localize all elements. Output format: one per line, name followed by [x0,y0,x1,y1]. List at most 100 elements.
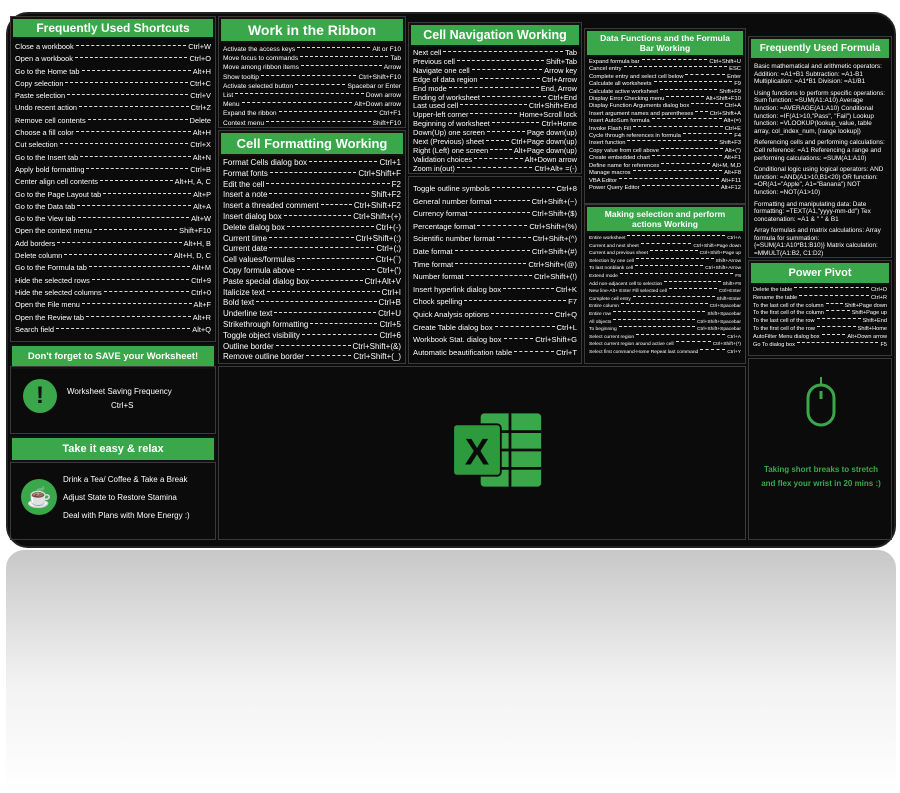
shortcut-action: Add borders [15,238,56,248]
shortcut-action: Cut selection [15,140,58,150]
shortcut-action: Date format [413,246,453,256]
leader-line [456,166,533,168]
shortcut-row: Insert argument names and parentheses Ctr… [589,110,741,118]
shortcut-action: Invoke Flash Fill [589,125,631,132]
shortcut-row: Chock spelling F7 [413,296,577,309]
leader-line [455,262,527,264]
shortcut-row: Delete the table Ctrl+D [753,287,887,295]
shortcuts-panel: Frequently Used Shortcuts Close a workbo… [10,16,216,342]
shortcut-keys: Alt+H, A, C [174,177,211,187]
shortcut-keys: Ctrl+E [724,125,741,132]
leader-line [481,95,547,97]
shortcut-action: Delete the table [753,287,793,293]
shortcut-action: Entire row [589,311,612,317]
shortcut-keys: Ctrl+Shift+(!) [533,272,577,282]
shortcut-row: Go to the Page Layout tab Alt+P [15,189,211,201]
shortcut-action: Paste special dialog box [223,276,310,286]
leader-line [65,81,188,83]
shortcut-row: Toggle outline symbols Ctrl+8 [413,183,577,196]
leader-line [640,242,692,244]
shortcut-action: Apply bold formatting [15,164,85,174]
shortcut-row: Go To dialog box F5 [753,341,887,350]
leader-line [685,73,726,75]
shortcut-action: Insert function [589,140,626,147]
shortcut-row: Remove outline border Ctrl+Shift+(_) [223,352,401,363]
leader-line [297,258,374,260]
shortcut-row: Down(Up) one screen Page down(up) [413,129,577,138]
leader-line [274,312,377,314]
leader-line [77,204,192,206]
leader-line [295,83,346,85]
leader-line [301,333,378,335]
shortcut-action: Select first command-Home Repeat last co… [589,349,699,355]
shortcut-action: Extend mode [589,273,618,279]
shortcut-row: Entire row Shift+Spacebar [589,310,741,319]
leader-line [619,177,720,179]
shortcut-keys: Ctrl+Shift+Page up [699,251,741,257]
leader-line [103,290,190,292]
shortcut-row: Delete dialog box Ctrl+(-) [223,223,401,234]
shortcut-action: Toggle outline symbols [413,184,490,193]
excel-logo-icon: X [452,413,542,487]
shortcut-action: Current time [223,233,268,243]
leader-line [256,301,377,303]
shortcut-row: Right (Left) one screen Alt+Page down(up) [413,147,577,156]
shortcut-row: Paste selection Ctrl+V [15,90,211,102]
shortcut-keys: Ctrl+Shift+F2 [353,201,401,211]
leader-line [309,161,378,162]
shortcut-row: Choose a fill color Alt+H [15,127,211,139]
ribbon-panel: Work in the Ribbon Activate the access k… [218,16,406,128]
shortcut-action: Insert AutoSum formula [589,118,650,125]
leader-line [635,257,714,259]
leader-line [260,74,357,76]
shortcut-action: Go to the Insert tab [15,152,79,162]
formatting-panel: Cell Formatting Working Format Cells dia… [218,130,406,364]
shortcut-keys: Down arrow [365,92,401,100]
shortcut-keys: Ctrl+Shift+(#) [531,246,577,256]
shortcut-keys: Ctrl+Shift+(~) [531,196,577,206]
shortcut-row: Manage macros Alt+F8 [589,170,741,177]
shortcut-action: Underline text [223,309,273,319]
ribbon-list: Activate the access keys Alt or F10 Move f… [219,43,405,130]
leader-line [700,348,726,350]
formula-title: Frequently Used Formula [749,37,891,60]
shortcut-keys: Alt+H [192,128,211,138]
shortcut-action: Open the context menu [15,226,92,236]
shortcut-action: Italicize text [223,287,265,297]
shortcut-action: Select current region around active cell [589,342,674,348]
shortcut-action: Complete entry and select cell below [589,73,684,80]
shortcut-keys: Alt+M, M,D [712,162,741,169]
shortcut-row: Insert a threaded comment Ctrl+Shift+F2 [223,201,401,212]
shortcut-action: Rename the table [753,294,798,301]
shortcut-action: Currency format [413,209,468,219]
leader-line [59,143,189,145]
shortcut-keys: Ctrl+Page down(up) [511,138,577,147]
shortcut-keys: Ctrl+(-) [375,222,401,232]
shortcut-row: Paste special dialog box Ctrl+Alt+V [223,277,401,288]
shortcut-row: Complete cell entry Shift+Enter [589,295,741,304]
leader-line [235,93,364,95]
leader-line [456,59,544,61]
leader-line [269,171,357,173]
shortcut-action: Manage macros [589,170,631,177]
shortcut-keys: Ctrl+Shift+U [709,59,741,65]
shortcut-keys: Alt+(=) [723,118,741,125]
leader-line [296,268,376,270]
shortcut-keys: Ctrl+Shift+F10 [358,73,401,81]
shortcut-keys: Alt+A [193,201,211,211]
shortcut-keys: Ctrl+T [556,347,577,357]
shortcut-row: Open a workbook Ctrl+O [15,53,211,65]
shortcut-action: Copy formula above [223,265,295,275]
shortcut-action: Time format [413,259,454,269]
shortcut-action: Beginning of worksheet [413,120,490,129]
shortcut-action: Open the File menu [15,300,80,310]
shortcut-keys: Ctrl+V [190,91,211,101]
shortcut-row: To last nonblank cell Ctrl+Shift+Arrow [589,265,741,273]
leader-line [269,236,354,238]
shortcut-keys: Ctrl+Home [541,120,577,129]
formula-paragraph: Referencing cells and performing calcula… [754,139,885,162]
shortcut-action: Open the Review tab [15,312,85,322]
leader-line [67,94,189,96]
shortcut-row: Insert function Shift+F3 [589,140,741,147]
shortcut-action: Insert hyperlink dialog box [413,284,502,294]
